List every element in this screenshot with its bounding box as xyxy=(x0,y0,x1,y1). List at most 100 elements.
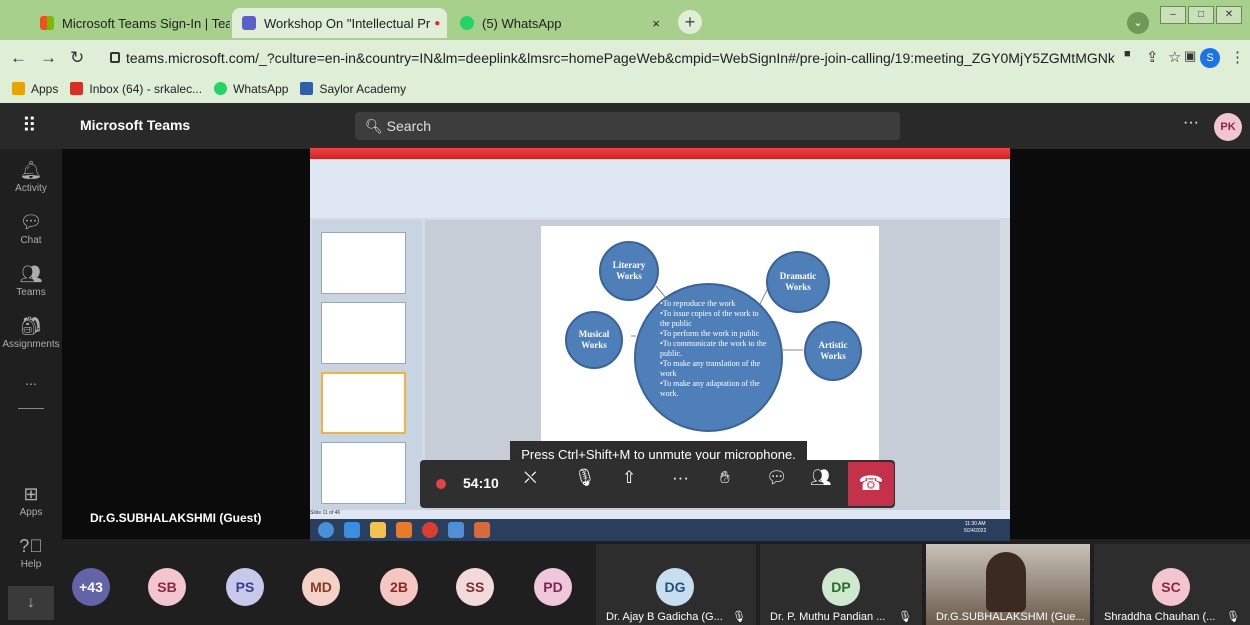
participant-avatar[interactable]: 2B xyxy=(380,568,418,606)
center-line: •To reproduce the work xyxy=(660,299,736,308)
rail-label: Assignments xyxy=(2,339,60,350)
menu-icon[interactable]: ⋮ xyxy=(1230,48,1245,66)
tab-title: (5) WhatsApp xyxy=(482,15,562,31)
windows-taskbar xyxy=(310,519,1010,541)
raise-hand-button[interactable]: ✋︎ xyxy=(720,468,730,488)
user-avatar[interactable]: PK xyxy=(1214,113,1242,141)
mic-muted-icon: 🎙︎ xyxy=(1226,611,1240,623)
slide-thumb xyxy=(321,302,406,364)
center-line: •To perform the work in public xyxy=(660,329,760,338)
tab-whatsapp[interactable]: (5) WhatsApp × xyxy=(450,8,670,38)
forward-icon[interactable]: → xyxy=(40,48,57,68)
rail-assignments[interactable]: 🎒︎ Assignments xyxy=(0,316,62,350)
participant-tile[interactable]: DP Dr. P. Muthu Pandian ... 🎙︎ xyxy=(760,544,922,625)
rail-divider xyxy=(18,408,44,409)
participant-avatar[interactable]: PD xyxy=(534,568,572,606)
bookmark-label: Saylor Academy xyxy=(319,81,407,96)
bell-icon: 🔔︎ xyxy=(19,160,43,180)
bookmark-gmail[interactable]: Inbox (64) - srkalec... xyxy=(70,82,202,96)
apps-grid-icon xyxy=(12,82,25,95)
bookmark-saylor[interactable]: Saylor Academy xyxy=(300,82,406,96)
slide-thumb xyxy=(321,232,406,294)
tab-title: Workshop On "Intellectual Pr xyxy=(264,15,431,31)
rail-apps[interactable]: ⊞ Apps xyxy=(0,484,62,518)
share-screen-button[interactable]: ⇧ xyxy=(622,468,636,488)
close-tab-icon[interactable]: × xyxy=(440,16,447,31)
maximize-icon[interactable]: □ xyxy=(1188,6,1214,24)
rail-more[interactable]: ... xyxy=(0,372,62,388)
mic-muted-icon: 🎙︎ xyxy=(898,611,912,623)
rail-label: Activity xyxy=(15,183,47,194)
sidepanel-icon[interactable]: ▣ xyxy=(1184,48,1196,64)
node-dramatic: Dramatic Works xyxy=(766,251,830,313)
participant-avatar: DG xyxy=(656,568,694,606)
chat-button[interactable]: 💬︎ xyxy=(766,468,788,488)
mic-off-button[interactable]: 🎙︎ xyxy=(574,468,596,488)
tab-workshop[interactable]: Workshop On "Intellectual Pr ● × xyxy=(232,8,447,38)
rail-chat[interactable]: 💬︎ Chat xyxy=(0,212,62,246)
app-launcher-icon[interactable]: ⠿ xyxy=(22,113,37,138)
node-musical: Musical Works xyxy=(565,311,623,369)
lock-icon xyxy=(110,52,120,63)
media-icon xyxy=(396,522,412,538)
star-icon[interactable]: ☆ xyxy=(1168,48,1181,66)
bookmark-whatsapp[interactable]: WhatsApp xyxy=(214,82,288,96)
participant-avatar[interactable]: MD xyxy=(302,568,340,606)
teams-icon: 👥︎ xyxy=(19,264,43,284)
participant-video-tile[interactable]: Dr.G.SUBHALAKSHMI (Gue... xyxy=(926,544,1090,625)
rail-activity[interactable]: 🔔︎ Activity xyxy=(0,160,62,194)
tab-teams-signin[interactable]: Microsoft Teams Sign-In | Teams × xyxy=(30,8,230,38)
tab-search-icon[interactable]: ⌄ xyxy=(1127,12,1149,34)
bookmark-apps[interactable]: Apps xyxy=(12,82,58,96)
assignments-icon: 🎒︎ xyxy=(19,316,43,336)
center-line: •To issue copies of the work to the publ… xyxy=(660,309,759,328)
rail-label: Chat xyxy=(20,235,42,246)
address-bar[interactable]: teams.microsoft.com/_?culture=en-in&coun… xyxy=(100,45,1115,71)
tray-date: 5/24/2022 xyxy=(964,528,987,534)
slide-thumb-selected xyxy=(321,372,406,434)
bookmark-label: Apps xyxy=(31,81,59,96)
overflow-participants[interactable]: +43 xyxy=(72,568,110,606)
close-tab-icon[interactable]: × xyxy=(644,16,660,31)
whatsapp-icon xyxy=(214,82,228,95)
search-input[interactable]: 🔍︎ Search xyxy=(355,112,900,140)
ie-icon xyxy=(344,522,360,538)
leave-call-button[interactable]: ☎ xyxy=(848,462,894,506)
new-tab-button[interactable]: + xyxy=(678,10,702,34)
back-icon[interactable]: ← xyxy=(10,48,27,68)
presenter-name: Dr.G.SUBHALAKSHMI (Guest) xyxy=(90,511,262,525)
rail-label: Help xyxy=(20,559,42,570)
powerpoint-icon xyxy=(474,522,490,538)
folder-icon xyxy=(370,522,386,538)
tray-clock: 11:30 AM 5/24/2022 xyxy=(964,521,986,535)
participant-avatar[interactable]: SS xyxy=(456,568,494,606)
share-icon[interactable]: ⇪ xyxy=(1146,48,1159,66)
participant-avatar[interactable]: SB xyxy=(148,568,186,606)
participants-button[interactable]: 👥︎ xyxy=(810,468,832,488)
more-options-icon[interactable]: ··· xyxy=(1183,114,1199,132)
rail-teams[interactable]: 👥︎ Teams xyxy=(0,264,62,298)
slide-thumb xyxy=(321,442,406,504)
whatsapp-icon xyxy=(460,16,474,30)
download-icon[interactable]: ↓ xyxy=(8,586,54,620)
rail-help[interactable]: ?⃝ Help xyxy=(0,536,62,570)
camera-off-button[interactable]: ⛌ xyxy=(524,468,537,488)
participant-name: Dr. Ajay B Gadicha (G... xyxy=(606,611,723,623)
participant-tile[interactable]: SC Shraddha Chauhan (... 🎙︎ xyxy=(1094,544,1250,625)
bookmark-label: WhatsApp xyxy=(233,81,289,96)
close-window-icon[interactable]: ✕ xyxy=(1216,6,1242,24)
participant-avatar[interactable]: PS xyxy=(226,568,264,606)
more-actions-button[interactable]: ··· xyxy=(672,468,689,488)
participant-name: Dr. P. Muthu Pandian ... xyxy=(770,611,886,623)
node-center: •To reproduce the work •To issue copies … xyxy=(634,283,783,432)
camera-blocked-icon[interactable]: ■ xyxy=(1124,48,1131,60)
profile-avatar[interactable]: S xyxy=(1200,48,1220,68)
reload-icon[interactable]: ↻ xyxy=(70,48,84,68)
recording-icon xyxy=(436,479,446,489)
apps-icon: ⊞ xyxy=(23,484,39,504)
saylor-icon xyxy=(300,82,314,95)
minimize-icon[interactable]: – xyxy=(1160,6,1186,24)
call-timer: 54:10 xyxy=(463,475,499,491)
participant-tile[interactable]: DG Dr. Ajay B Gadicha (G... 🎙︎ xyxy=(596,544,756,625)
tab-title: Microsoft Teams Sign-In | Teams xyxy=(62,15,230,31)
